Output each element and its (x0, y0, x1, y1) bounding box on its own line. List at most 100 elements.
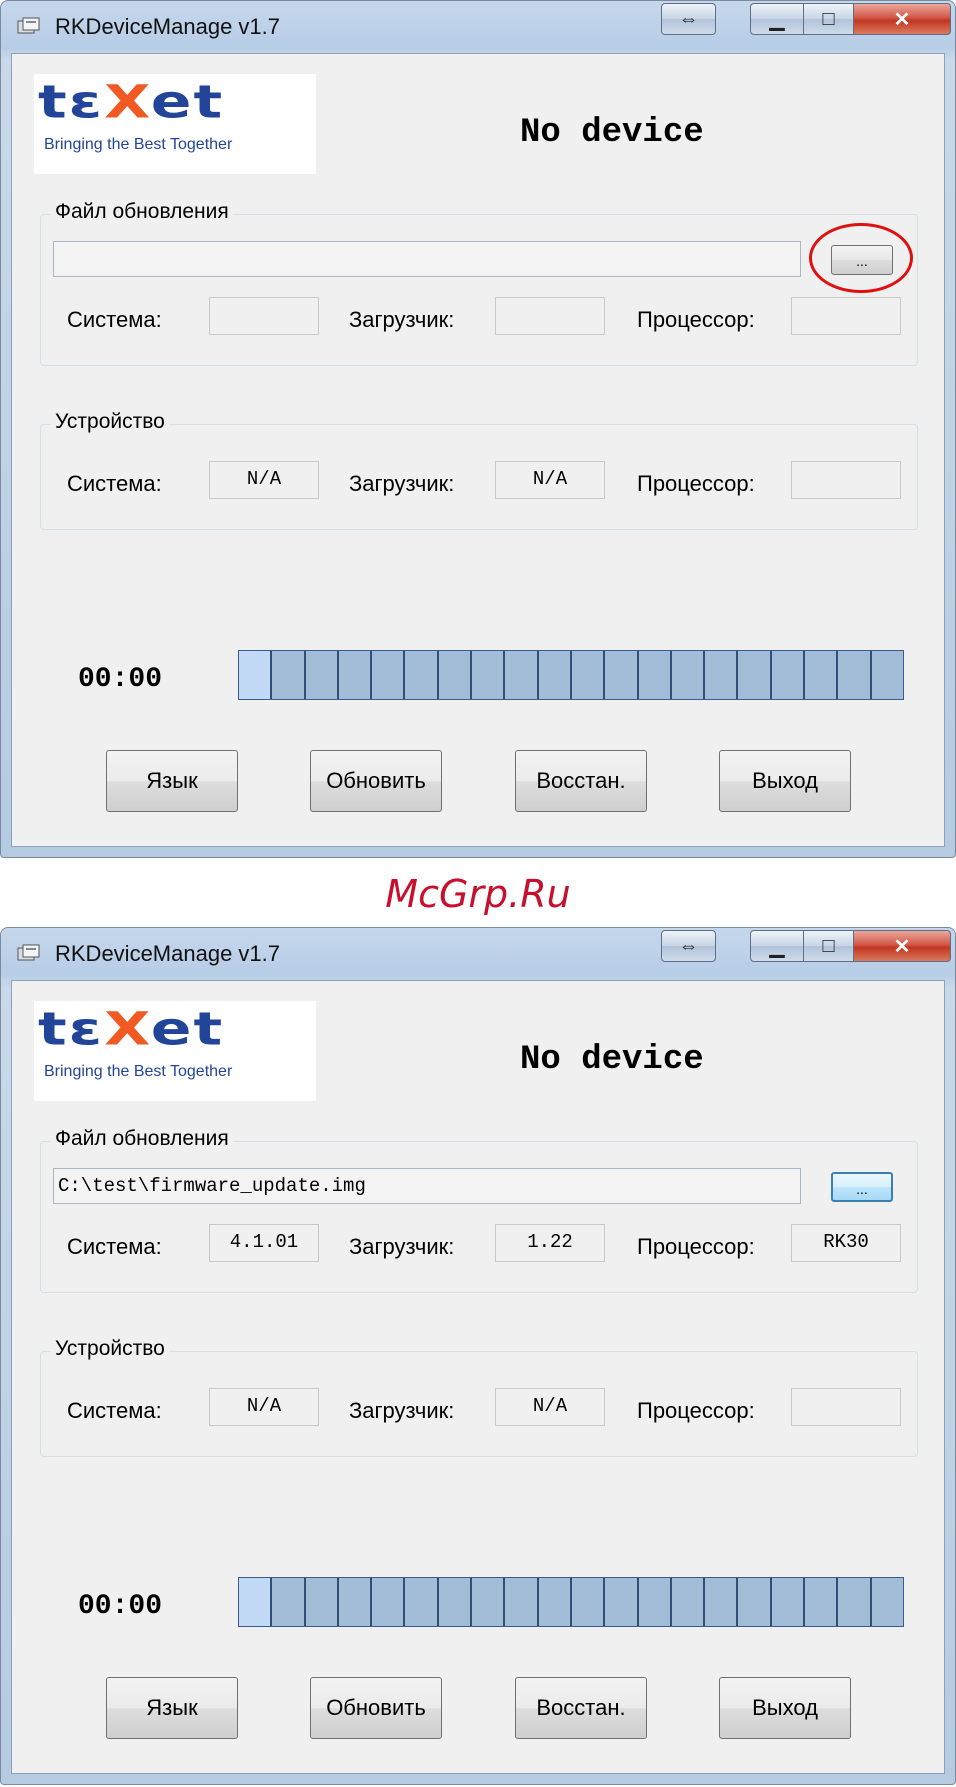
file-system-value (209, 297, 319, 335)
progress-segment (405, 651, 439, 699)
progress-segment (705, 1578, 739, 1626)
progress-segment (305, 1578, 339, 1626)
timer: 00:00 (78, 664, 163, 695)
logo-tagline: Bringing the Best Together (44, 1063, 233, 1080)
texet-logo: tεXet Bringing the Best Together (34, 74, 316, 174)
resize-arrows-icon[interactable]: ⇔ (661, 930, 716, 962)
progress-segment (338, 651, 373, 699)
device-cpu-value (791, 461, 901, 499)
progress-segment (239, 651, 273, 699)
device-cpu-label: Процессор: (637, 471, 755, 496)
file-cpu-label: Процессор: (637, 1234, 755, 1259)
device-system-value: N/A (209, 1388, 319, 1426)
app-window: RKDeviceManage v1.7 ⇔ ▁ □ ✕ tεXet Bringi… (0, 927, 956, 1785)
file-loader-value (495, 297, 605, 335)
progress-segment (571, 651, 606, 699)
texet-logo: tεXet Bringing the Best Together (34, 1001, 316, 1101)
screenshot-before: RKDeviceManage v1.7 ⇔ ▁ □ ✕ tεXet Bringi… (0, 0, 956, 860)
progress-segment (538, 1578, 572, 1626)
file-path-field[interactable] (53, 241, 801, 277)
close-icon[interactable]: ✕ (854, 930, 951, 962)
progress-segment (571, 1578, 606, 1626)
minimize-icon[interactable]: ▁ (750, 3, 804, 35)
progress-segment (505, 651, 539, 699)
screenshot-after: RKDeviceManage v1.7 ⇔ ▁ □ ✕ tεXet Bringi… (0, 927, 956, 1787)
progress-segment (805, 1578, 839, 1626)
highlight-circle (809, 223, 913, 293)
progress-segment (505, 1578, 539, 1626)
progress-segment (871, 1578, 903, 1626)
progress-segment (738, 651, 772, 699)
resize-arrows-icon[interactable]: ⇔ (661, 3, 716, 35)
device-legend: Устройство (51, 410, 169, 434)
progress-segment (805, 651, 839, 699)
file-path-field[interactable]: C:\test\firmware_update.img (53, 1168, 801, 1204)
app-window: RKDeviceManage v1.7 ⇔ ▁ □ ✕ tεXet Bringi… (0, 0, 956, 858)
file-loader-value: 1.22 (495, 1224, 605, 1262)
device-legend: Устройство (51, 1337, 169, 1361)
device-status: No device (520, 114, 704, 152)
update-file-group: Файл обновления ... Система: Загрузчик: … (40, 200, 918, 366)
progress-segment (338, 1578, 373, 1626)
file-loader-label: Загрузчик: (349, 307, 455, 332)
logo-wordmark: tεXet (38, 76, 225, 129)
progress-segment (638, 1578, 672, 1626)
file-cpu-value: RK30 (791, 1224, 901, 1262)
progress-segment (871, 651, 903, 699)
exit-button[interactable]: Выход (719, 750, 851, 812)
client-area: tεXet Bringing the Best Together No devi… (11, 980, 945, 1774)
logo-tagline: Bringing the Best Together (44, 136, 233, 153)
progress-segment (538, 651, 572, 699)
client-area: tεXet Bringing the Best Together No devi… (11, 53, 945, 847)
device-system-value: N/A (209, 461, 319, 499)
watermark: McGrp.Ru (385, 872, 571, 916)
update-button[interactable]: Обновить (310, 750, 442, 812)
progress-segment (671, 1578, 706, 1626)
maximize-icon[interactable]: □ (804, 3, 854, 35)
file-system-label: Система: (67, 1234, 162, 1259)
file-loader-label: Загрузчик: (349, 1234, 455, 1259)
progress-bar (238, 1577, 904, 1627)
device-loader-label: Загрузчик: (349, 1398, 455, 1423)
progress-segment (372, 651, 406, 699)
device-loader-value: N/A (495, 1388, 605, 1426)
progress-segment (438, 651, 473, 699)
progress-segment (372, 1578, 406, 1626)
language-button[interactable]: Язык (106, 750, 238, 812)
progress-segment (272, 651, 306, 699)
progress-segment (738, 1578, 772, 1626)
device-loader-label: Загрузчик: (349, 471, 455, 496)
maximize-icon[interactable]: □ (804, 930, 854, 962)
file-system-value: 4.1.01 (209, 1224, 319, 1262)
timer: 00:00 (78, 1591, 163, 1622)
device-group: Устройство Система: N/A Загрузчик: N/A П… (40, 410, 918, 530)
update-file-group: Файл обновления C:\test\firmware_update.… (40, 1127, 918, 1293)
progress-segment (239, 1578, 273, 1626)
progress-segment (605, 651, 639, 699)
browse-button[interactable]: ... (831, 1172, 893, 1202)
app-icon (17, 17, 40, 34)
title-bar[interactable]: RKDeviceManage v1.7 ⇔ ▁ □ ✕ (1, 1, 955, 51)
language-button[interactable]: Язык (106, 1677, 238, 1739)
progress-segment (605, 1578, 639, 1626)
logo-wordmark: tεXet (38, 1003, 225, 1056)
device-system-label: Система: (67, 1398, 162, 1423)
file-system-label: Система: (67, 307, 162, 332)
minimize-icon[interactable]: ▁ (750, 930, 804, 962)
progress-segment (405, 1578, 439, 1626)
progress-segment (272, 1578, 306, 1626)
restore-button[interactable]: Восстан. (515, 1677, 647, 1739)
progress-segment (305, 651, 339, 699)
exit-button[interactable]: Выход (719, 1677, 851, 1739)
update-file-legend: Файл обновления (51, 200, 233, 224)
file-cpu-label: Процессор: (637, 307, 755, 332)
app-icon (17, 944, 40, 961)
restore-button[interactable]: Восстан. (515, 750, 647, 812)
title-bar[interactable]: RKDeviceManage v1.7 ⇔ ▁ □ ✕ (1, 928, 955, 978)
progress-segment (705, 651, 739, 699)
progress-segment (838, 1578, 872, 1626)
update-button[interactable]: Обновить (310, 1677, 442, 1739)
close-icon[interactable]: ✕ (854, 3, 951, 35)
window-title: RKDeviceManage v1.7 (55, 941, 281, 966)
device-group: Устройство Система: N/A Загрузчик: N/A П… (40, 1337, 918, 1457)
